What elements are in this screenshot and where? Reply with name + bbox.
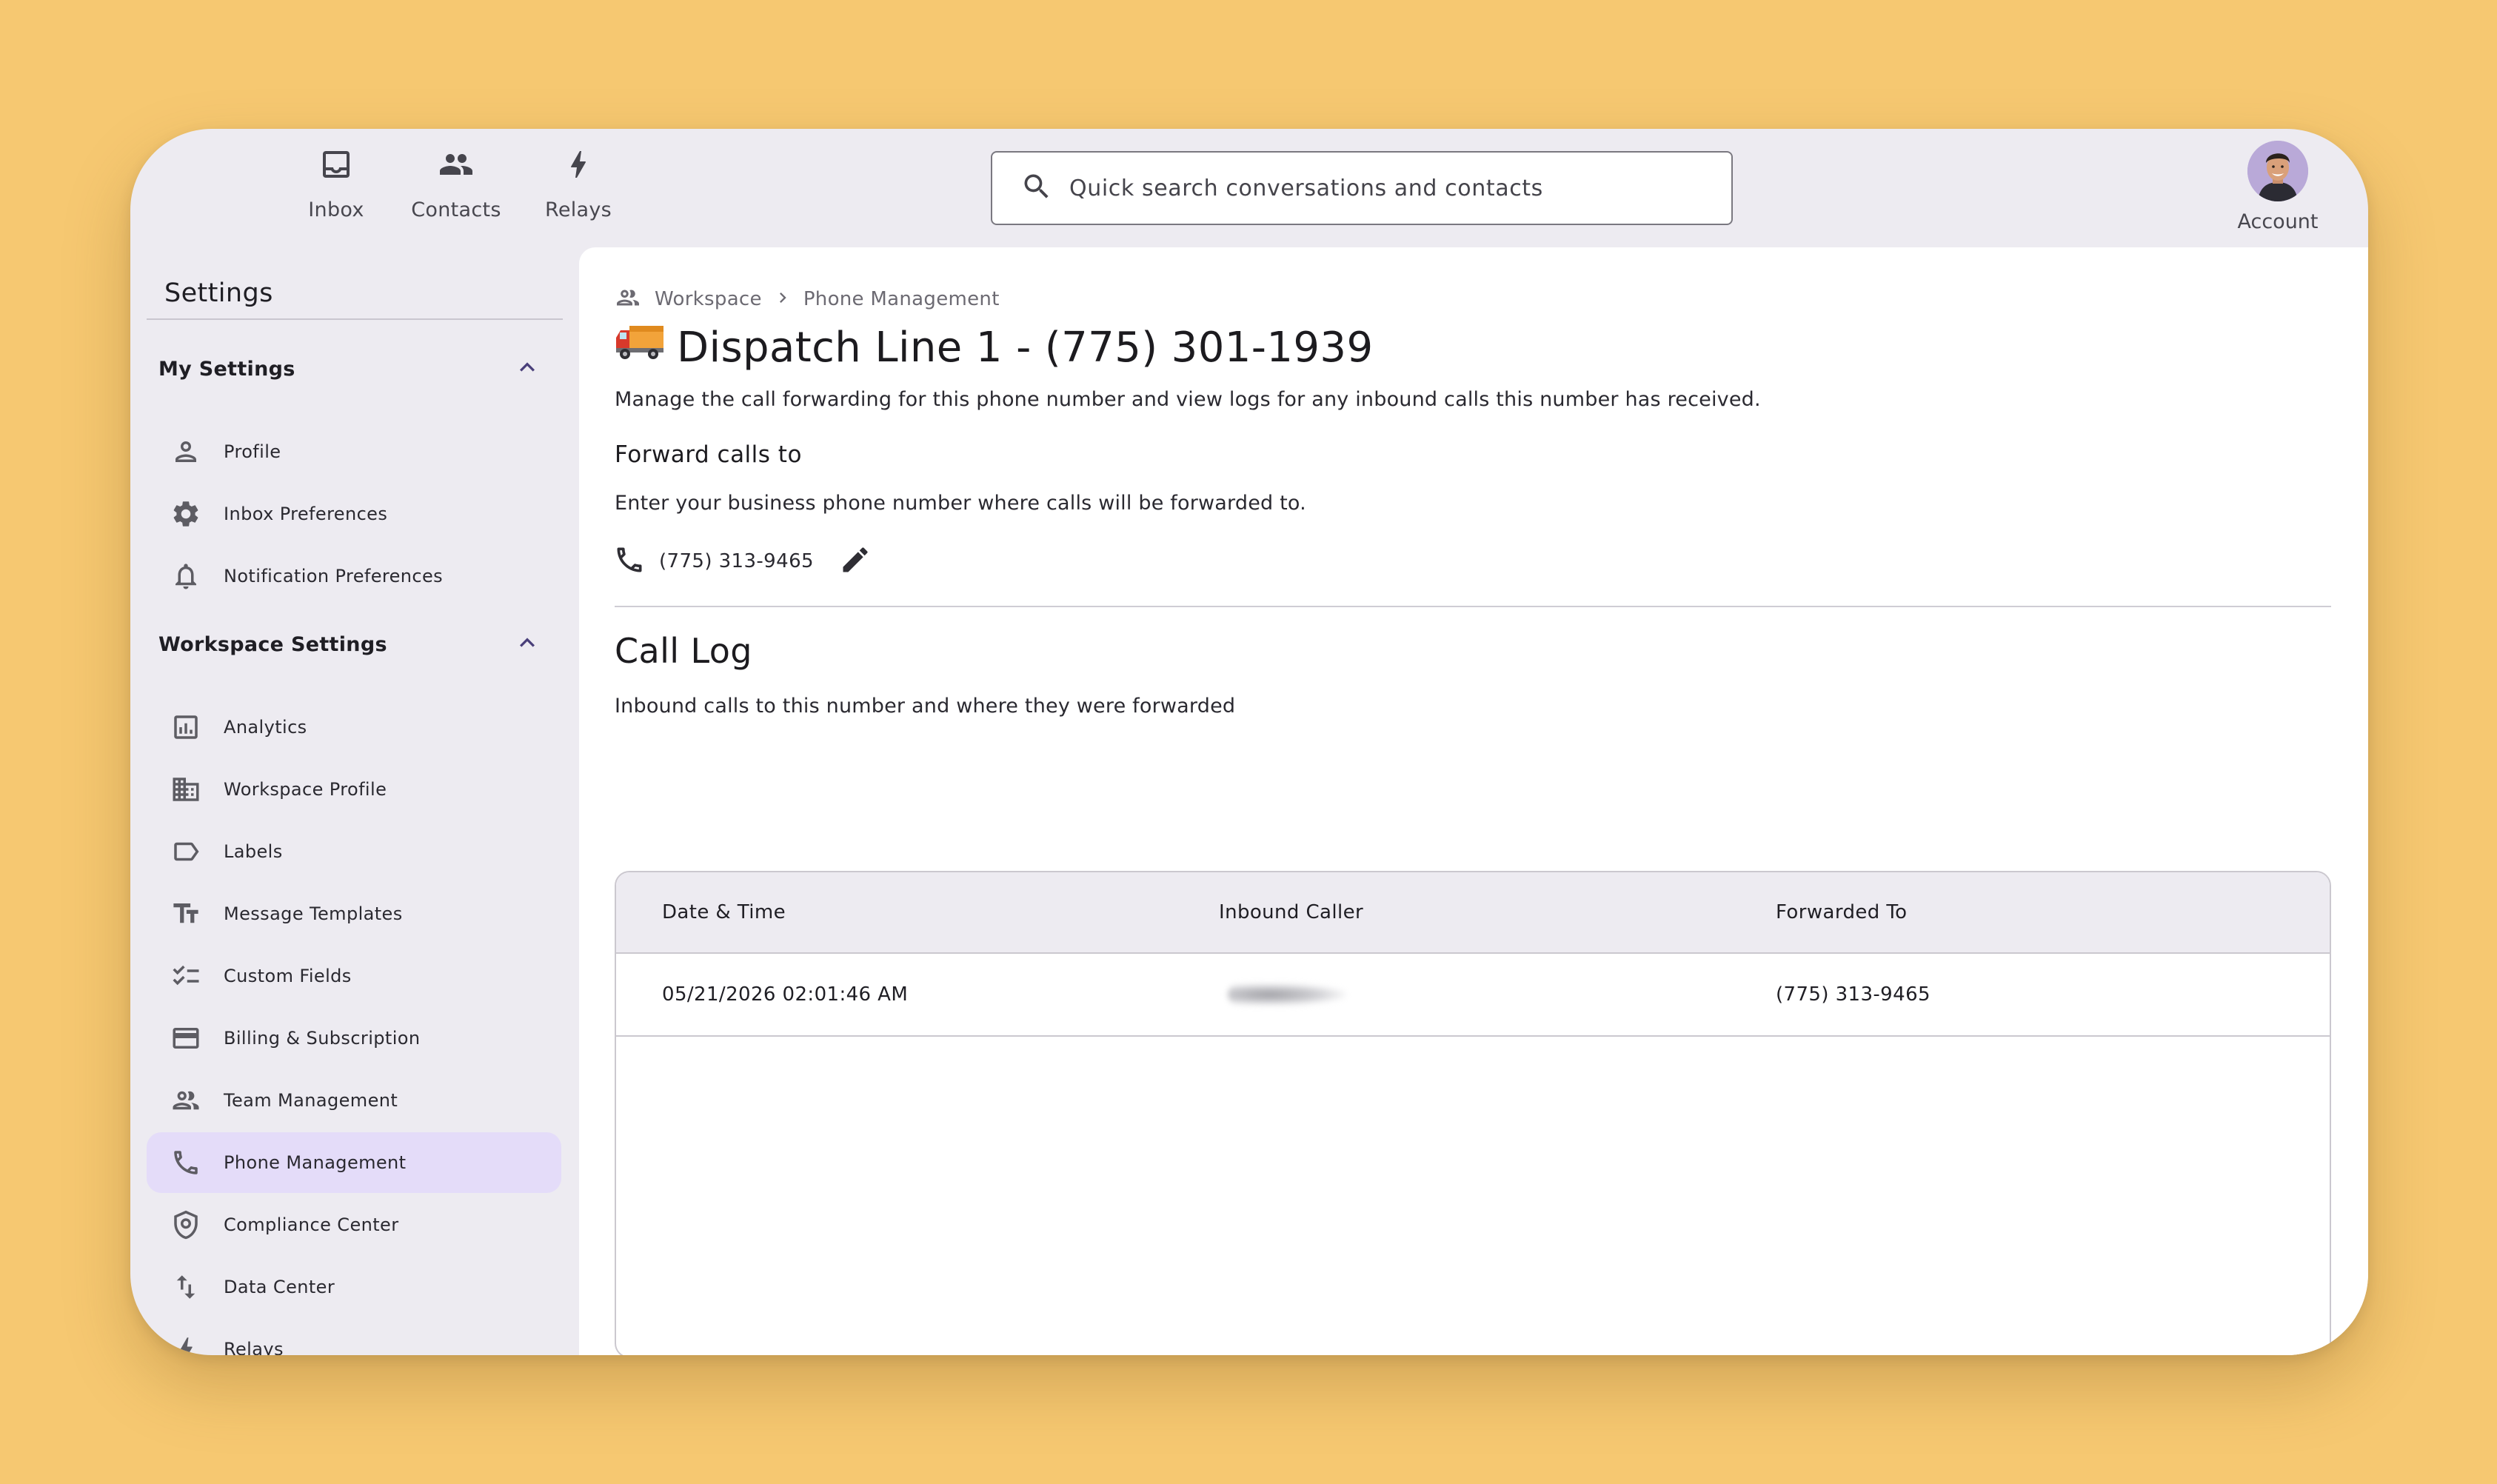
nav-relays-button[interactable]: Relays <box>523 147 634 228</box>
sidebar-item-workspace-profile[interactable]: Workspace Profile <box>147 759 561 820</box>
sidebar-item-profile[interactable]: Profile <box>147 421 561 482</box>
sidebar-item-label: Labels <box>224 841 283 862</box>
forward-number: (775) 313-9465 <box>659 550 814 572</box>
nav-contacts-button[interactable]: Contacts <box>401 147 512 228</box>
nav-relays-label: Relays <box>544 198 612 221</box>
bolt-icon <box>561 147 596 185</box>
app-window: Inbox Contacts Relays Quick search conve… <box>130 129 2368 1355</box>
cell-date-time: 05/21/2026 02:01:46 AM <box>662 983 909 1006</box>
sidebar-item-label: Inbox Preferences <box>224 504 388 524</box>
sidebar-divider <box>147 318 563 320</box>
chevron-up-icon <box>512 628 558 661</box>
chevron-up-icon <box>512 352 558 385</box>
top-bar: Inbox Contacts Relays Quick search conve… <box>130 129 2368 247</box>
nav-contacts-label: Contacts <box>411 198 501 221</box>
sidebar-item-custom-fields[interactable]: Custom Fields <box>147 946 561 1006</box>
column-header-inbound-caller: Inbound Caller <box>1219 901 1364 923</box>
nav-inbox-button[interactable]: Inbox <box>281 147 392 228</box>
credit-card-icon <box>169 1021 203 1055</box>
forward-calls-subtitle: Enter your business phone number where c… <box>615 492 1306 515</box>
table-header: Date & Time Inbound Caller Forwarded To <box>616 872 2330 954</box>
call-log-title: Call Log <box>615 631 752 671</box>
search-bar[interactable] <box>991 151 1733 225</box>
column-header-date-time: Date & Time <box>662 901 786 923</box>
sidebar-item-label: Team Management <box>224 1090 398 1111</box>
call-log-table: Date & Time Inbound Caller Forwarded To … <box>615 871 2331 1355</box>
person-icon <box>169 435 203 469</box>
sidebar-item-compliance-center[interactable]: Compliance Center <box>147 1194 561 1255</box>
sidebar-item-label: Billing & Subscription <box>224 1028 421 1049</box>
group-icon <box>615 284 641 314</box>
section-divider <box>615 606 2331 607</box>
breadcrumb-current: Phone Management <box>803 288 1000 310</box>
sidebar-item-labels[interactable]: Labels <box>147 821 561 882</box>
nav-inbox-label: Inbox <box>308 198 364 221</box>
gear-icon <box>169 497 203 531</box>
checklist-icon <box>169 959 203 993</box>
forward-number-row: (775) 313-9465 <box>613 541 872 582</box>
sidebar-item-inbox-preferences[interactable]: Inbox Preferences <box>147 484 561 544</box>
sidebar-item-label: Relays <box>224 1339 284 1355</box>
edit-forward-number-button[interactable] <box>839 544 872 579</box>
search-input[interactable] <box>1069 175 1706 201</box>
column-header-forwarded-to: Forwarded To <box>1776 901 1908 923</box>
workspace-settings-label: Workspace Settings <box>158 632 387 656</box>
page-title-text: Dispatch Line 1 - (775) 301-1939 <box>677 323 1374 372</box>
contacts-icon <box>438 147 474 185</box>
workspace-settings-section-header[interactable]: Workspace Settings <box>158 622 558 666</box>
sidebar-item-phone-management[interactable]: Phone Management <box>147 1132 561 1193</box>
phone-icon <box>613 544 646 579</box>
text-fields-icon <box>169 897 203 931</box>
sidebar-item-label: Phone Management <box>224 1152 407 1173</box>
sidebar-title: Settings <box>164 278 273 308</box>
truck-icon <box>613 321 677 373</box>
sidebar-item-label: Profile <box>224 441 281 462</box>
chevron-right-icon <box>772 287 793 311</box>
sidebar-item-label: Compliance Center <box>224 1214 399 1235</box>
redacted-caller <box>1228 983 1346 1006</box>
sidebar-item-analytics[interactable]: Analytics <box>147 697 561 758</box>
bell-icon <box>169 559 203 593</box>
search-icon <box>1020 170 1053 206</box>
table-row[interactable]: 05/21/2026 02:01:46 AM (775) 313-9465 <box>616 954 2330 1037</box>
sidebar-item-data-center[interactable]: Data Center <box>147 1257 561 1317</box>
cell-forwarded-to: (775) 313-9465 <box>1776 983 1931 1006</box>
settings-sidebar: Settings My Settings Profile Inbox Prefe… <box>130 247 579 1355</box>
shield-icon <box>169 1208 203 1242</box>
label-icon <box>169 835 203 869</box>
account-button[interactable]: Account <box>2226 141 2330 233</box>
forward-calls-heading: Forward calls to <box>615 441 802 468</box>
breadcrumb: Workspace Phone Management <box>615 284 1000 314</box>
account-label: Account <box>2237 210 2319 233</box>
sidebar-item-team-management[interactable]: Team Management <box>147 1070 561 1131</box>
my-settings-label: My Settings <box>158 357 295 381</box>
sidebar-item-label: Data Center <box>224 1277 335 1297</box>
my-settings-section-header[interactable]: My Settings <box>158 347 558 391</box>
page-title: Dispatch Line 1 - (775) 301-1939 <box>613 321 1374 373</box>
bolt-icon <box>169 1332 203 1355</box>
main-content: Workspace Phone Management Dispatch Line… <box>579 247 2368 1355</box>
sidebar-item-relays[interactable]: Relays <box>147 1319 561 1355</box>
sidebar-item-billing-subscription[interactable]: Billing & Subscription <box>147 1008 561 1069</box>
call-log-subtitle: Inbound calls to this number and where t… <box>615 695 1236 718</box>
sidebar-item-label: Notification Preferences <box>224 566 444 586</box>
breadcrumb-workspace-link[interactable]: Workspace <box>655 288 762 310</box>
sidebar-item-label: Analytics <box>224 717 307 738</box>
analytics-icon <box>169 710 203 744</box>
cell-inbound-caller <box>1219 983 1776 1006</box>
avatar <box>2247 141 2308 201</box>
swap-vert-icon <box>169 1270 203 1304</box>
phone-icon <box>169 1146 203 1180</box>
inbox-icon <box>318 147 354 185</box>
sidebar-item-label: Workspace Profile <box>224 779 387 800</box>
building-icon <box>169 772 203 806</box>
sidebar-item-notification-preferences[interactable]: Notification Preferences <box>147 546 561 606</box>
page-description: Manage the call forwarding for this phon… <box>615 388 1761 411</box>
group-icon <box>169 1083 203 1117</box>
pencil-icon <box>839 547 872 579</box>
sidebar-item-label: Custom Fields <box>224 966 352 986</box>
sidebar-item-label: Message Templates <box>224 903 403 924</box>
sidebar-item-message-templates[interactable]: Message Templates <box>147 883 561 944</box>
